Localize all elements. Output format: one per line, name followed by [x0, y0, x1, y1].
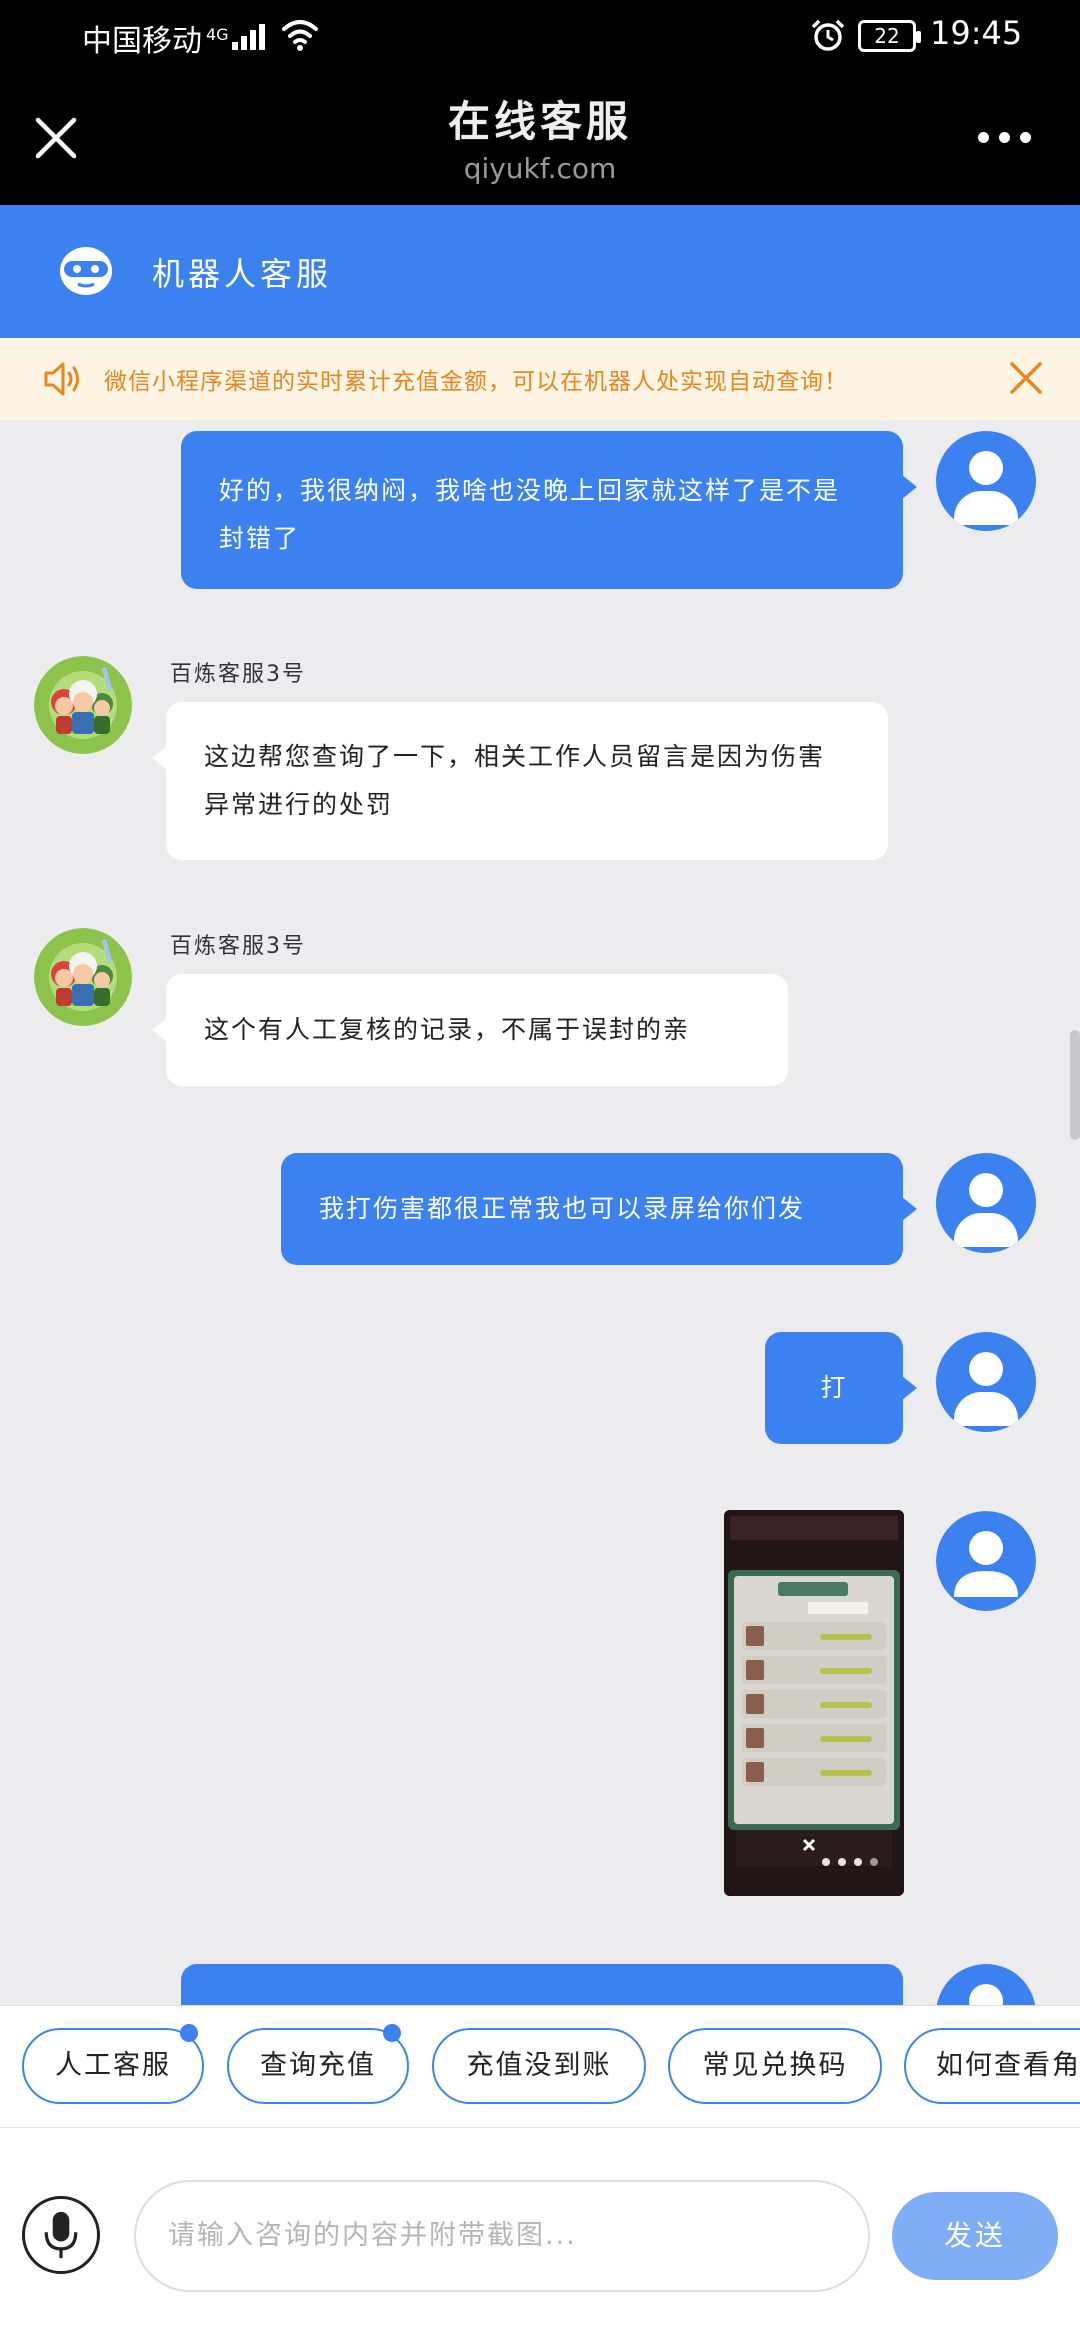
notice-bar: 微信小程序渠道的实时累计充值金额，可以在机器人处实现自动查询！: [0, 338, 1080, 420]
clock: 19:45: [930, 14, 1023, 52]
screenshot-image-message[interactable]: [724, 1510, 904, 1896]
page-subtitle: qiyukf.com: [463, 152, 617, 185]
input-bar: 请输入咨询的内容并附带截图... 发送: [0, 2127, 1080, 2340]
quick-reply-redeem-codes[interactable]: 常见兑换码: [668, 2028, 882, 2104]
page-title: 在线客服: [447, 97, 632, 146]
microphone-icon[interactable]: [22, 2196, 100, 2274]
message-text: 这个有人工复核的记录，不属于误封的亲: [204, 1015, 691, 1044]
top-bar: 中国移动 4G 22 19:45 在线客服 qiyukf.com: [0, 0, 1080, 205]
agent-name: 百炼客服3号: [170, 662, 306, 687]
message-text: 这边帮您查询了一下，相关工作人员留言是因为伤害异常进行的处罚: [204, 742, 826, 819]
agent-message[interactable]: 这边帮您查询了一下，相关工作人员留言是因为伤害异常进行的处罚: [152, 702, 888, 860]
message-text: 好的，我很纳闷，我啥也没晚上回家就这样了是不是封错了: [219, 476, 841, 553]
quick-reply-label: 常见兑换码: [702, 2050, 848, 2081]
agent-avatar: [34, 928, 132, 1026]
notice-close-icon[interactable]: [1006, 358, 1046, 398]
user-avatar: [936, 431, 1036, 531]
robot-bar: 机器人客服: [0, 205, 1080, 338]
user-message-partial[interactable]: [181, 1964, 903, 2005]
robot-title: 机器人客服: [152, 255, 333, 293]
quick-reply-label: 如何查看角: [936, 2050, 1080, 2081]
alarm-icon: [811, 19, 845, 51]
quick-reply-label: 充值没到账: [466, 2050, 612, 2081]
user-avatar: [936, 1964, 1036, 2005]
more-options-icon[interactable]: [975, 126, 1035, 150]
badge-dot: [383, 2024, 401, 2042]
message-text: 我打伤害都很正常我也可以录屏给你们发: [319, 1194, 806, 1223]
quick-reply-label: 人工客服: [55, 2050, 171, 2081]
agent-avatar: [34, 656, 132, 754]
robot-icon: [60, 247, 112, 295]
user-message[interactable]: 我打伤害都很正常我也可以录屏给你们发: [281, 1153, 917, 1265]
notice-text: 微信小程序渠道的实时累计充值金额，可以在机器人处实现自动查询！: [104, 369, 848, 395]
message-input[interactable]: 请输入咨询的内容并附带截图...: [134, 2180, 870, 2292]
quick-reply-recharge-missing[interactable]: 充值没到账: [432, 2028, 646, 2104]
user-avatar-image-msg: [936, 1511, 1036, 1611]
quick-reply-view-role[interactable]: 如何查看角: [904, 2028, 1080, 2104]
carrier: 中国移动 4G: [82, 16, 229, 60]
scrollbar[interactable]: [1070, 1030, 1080, 1140]
wifi-icon: [282, 20, 318, 51]
quick-reply-human-service[interactable]: 人工客服: [22, 2024, 204, 2104]
quick-reply-label: 查询充值: [260, 2050, 376, 2081]
battery-icon: 22: [858, 20, 921, 52]
signal-icon: [232, 20, 274, 50]
message-text: 打: [820, 1373, 848, 1402]
quick-replies: 人工客服 查询充值 充值没到账 常见兑换码 如何查看角: [0, 2005, 1080, 2127]
network-type: 4G: [206, 25, 229, 44]
app: 中国移动 4G 22 19:45 在线客服 qiyukf.com 机器人客服 微…: [0, 0, 1080, 2340]
status-bar: 中国移动 4G 22 19:45: [0, 0, 1080, 72]
badge-dot: [180, 2024, 198, 2042]
chat-area[interactable]: 好的，我很纳闷，我啥也没晚上回家就这样了是不是封错了 百炼客服3号 这边帮您查询…: [0, 420, 1080, 2005]
user-avatar: [936, 1153, 1036, 1253]
send-button[interactable]: 发送: [892, 2192, 1058, 2280]
carrier-label: 中国移动: [82, 24, 202, 59]
user-message[interactable]: 好的，我很纳闷，我啥也没晚上回家就这样了是不是封错了: [181, 431, 917, 589]
speaker-icon: [44, 362, 79, 396]
user-message[interactable]: 打: [765, 1332, 917, 1444]
agent-name: 百炼客服3号: [170, 934, 306, 959]
agent-message[interactable]: 这个有人工复核的记录，不属于误封的亲: [152, 974, 788, 1086]
user-avatar: [936, 1332, 1036, 1432]
quick-reply-check-recharge[interactable]: 查询充值: [227, 2024, 409, 2104]
